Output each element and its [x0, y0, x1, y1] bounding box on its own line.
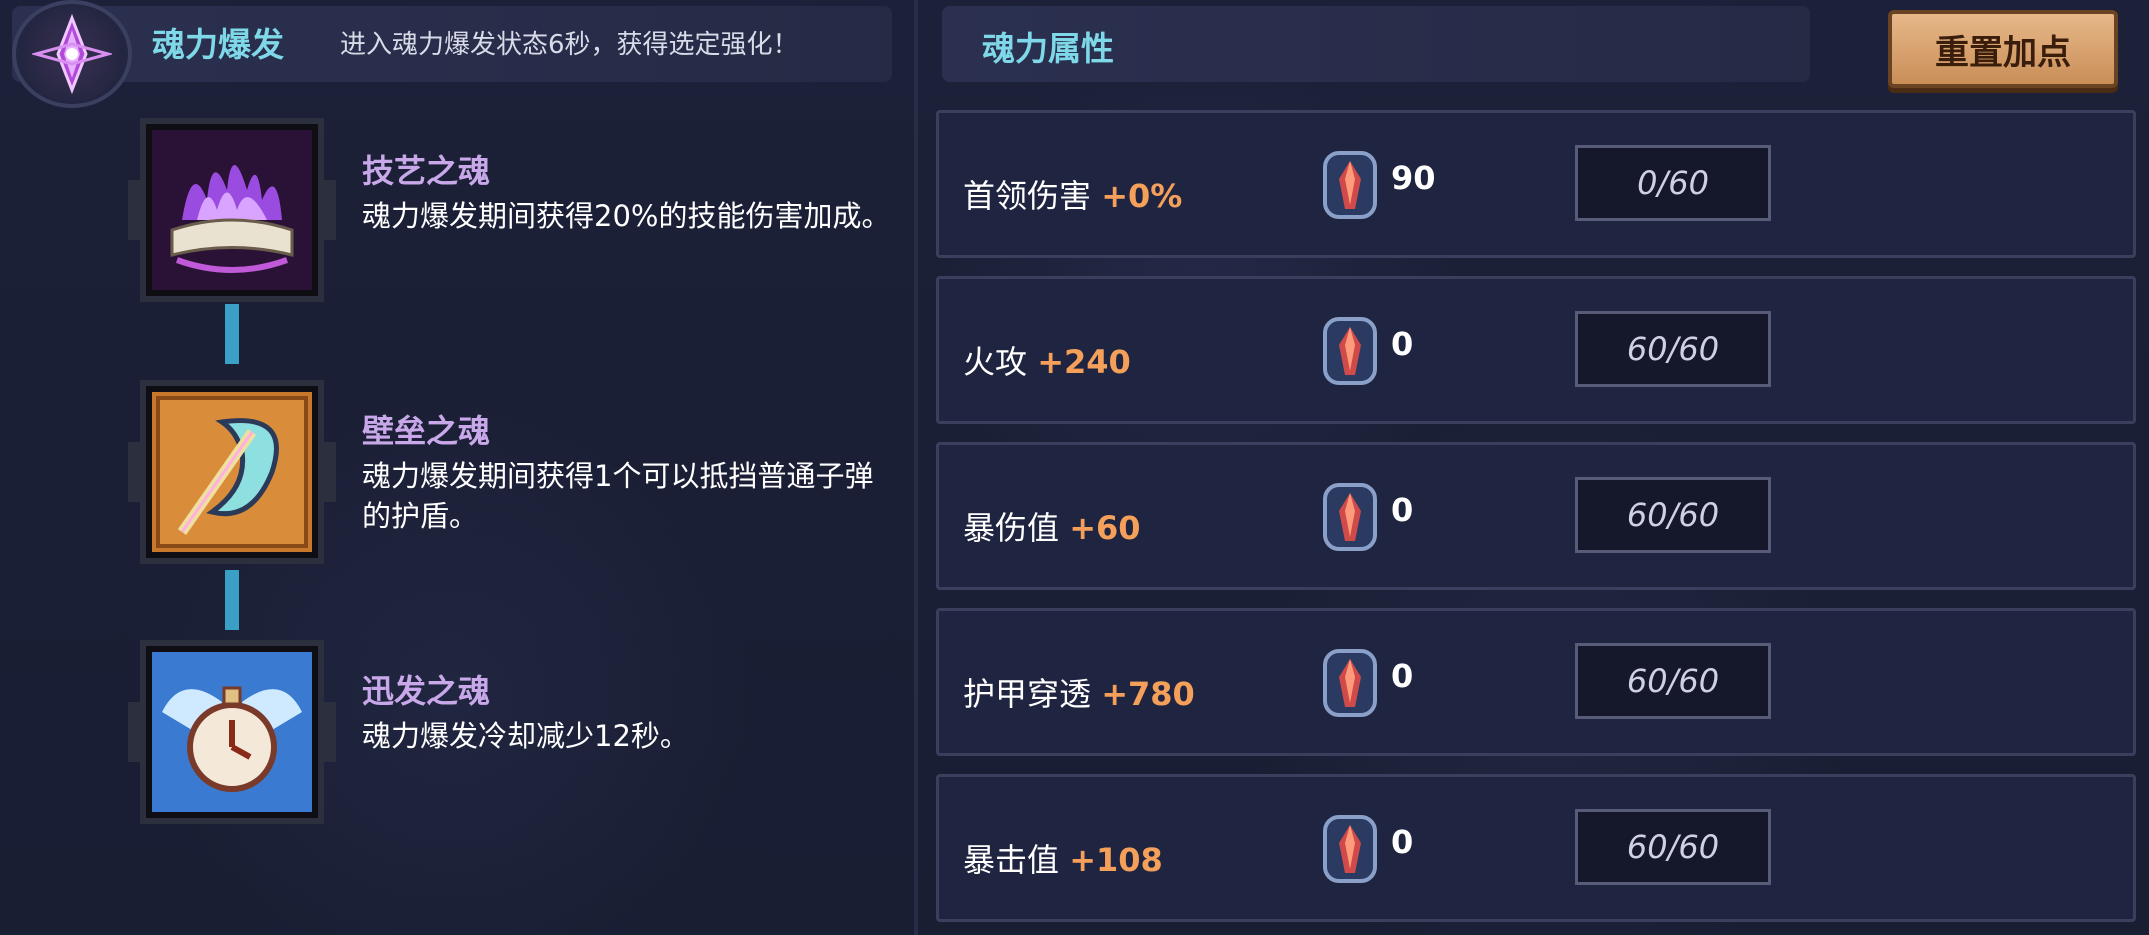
skill-name: 壁垒之魂	[362, 412, 491, 450]
attribute-bonus: +780	[1101, 675, 1195, 713]
soul-gem-icon	[1321, 149, 1379, 225]
attribute-bonus: +0%	[1101, 177, 1183, 215]
attribute-label: 首领伤害 +0%	[963, 177, 1183, 215]
winged-clock-icon	[152, 652, 312, 812]
purple-flame-book-icon	[152, 130, 312, 290]
soul-gem-icon	[1321, 647, 1379, 723]
attribute-row-armor-penetration: 护甲穿透 +780 0 60/60	[936, 608, 2136, 756]
skill-slot-3[interactable]	[128, 640, 336, 824]
skill-connector	[225, 570, 239, 630]
reset-points-button[interactable]: 重置加点	[1888, 10, 2118, 88]
soul-attributes-title: 魂力属性	[982, 29, 1114, 68]
skill-description: 魂力爆发冷却减少12秒。	[362, 719, 689, 753]
skill-slot-1[interactable]	[128, 118, 336, 302]
golden-shield-icon	[152, 392, 312, 552]
attribute-bonus: +60	[1069, 509, 1141, 547]
attribute-points-box[interactable]: 60/60	[1575, 477, 1771, 553]
attribute-points-box[interactable]: 0/60	[1575, 145, 1771, 221]
attribute-label: 火攻 +240	[963, 343, 1131, 381]
skill-slot-2[interactable]	[128, 380, 336, 564]
skill-name: 迅发之魂	[362, 672, 491, 710]
attribute-label: 暴击值 +108	[963, 841, 1163, 879]
attribute-cost: 90	[1391, 159, 1436, 197]
purple-crystal-icon	[12, 0, 132, 108]
attribute-points-box[interactable]: 60/60	[1575, 809, 1771, 885]
soul-gem-icon	[1321, 481, 1379, 557]
skill-description: 魂力爆发期间获得1个可以抵挡普通子弹的护盾。	[362, 459, 874, 533]
attribute-label: 护甲穿透 +780	[963, 675, 1195, 713]
attribute-label: 暴伤值 +60	[963, 509, 1141, 547]
soul-burst-description: 进入魂力爆发状态6秒，获得选定强化！	[340, 30, 799, 60]
attribute-bonus: +240	[1037, 343, 1131, 381]
skill-description: 魂力爆发期间获得20%的技能伤害加成。	[362, 199, 891, 233]
attribute-cost: 0	[1391, 823, 1414, 861]
soul-burst-title: 魂力爆发	[152, 25, 284, 64]
attribute-row-crit-rate: 暴击值 +108 0 60/60	[936, 774, 2136, 922]
soul-gem-icon	[1321, 813, 1379, 889]
attribute-row-crit-damage: 暴伤值 +60 0 60/60	[936, 442, 2136, 590]
attribute-points-box[interactable]: 60/60	[1575, 311, 1771, 387]
attribute-cost: 0	[1391, 657, 1414, 695]
skill-name: 技艺之魂	[362, 152, 491, 190]
skill-connector	[225, 304, 239, 364]
attribute-row-boss-damage: 首领伤害 +0% 90 0/60	[936, 110, 2136, 258]
panel-divider	[914, 0, 918, 935]
attribute-cost: 0	[1391, 491, 1414, 529]
attribute-bonus: +108	[1069, 841, 1163, 879]
attribute-cost: 0	[1391, 325, 1414, 363]
attribute-points-box[interactable]: 60/60	[1575, 643, 1771, 719]
attribute-row-fire-attack: 火攻 +240 0 60/60	[936, 276, 2136, 424]
soul-gem-icon	[1321, 315, 1379, 391]
